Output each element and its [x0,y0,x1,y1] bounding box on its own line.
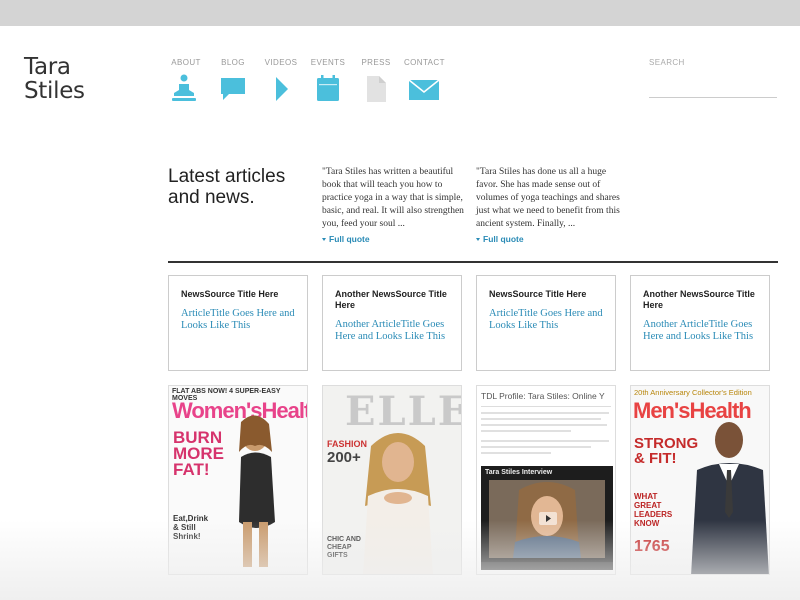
nav-item-press[interactable]: PRESS [356,58,396,102]
news-source: NewsSource Title Here [181,289,279,299]
nav-label: BLOG [221,58,245,67]
caret-down-icon [322,238,326,242]
news-source: NewsSource Title Here [489,289,587,299]
cover-number: 1765 [634,538,670,555]
full-quote-link[interactable]: Full quote [476,233,621,246]
quote-text: "Tara Stiles has written a beautiful boo… [322,167,464,229]
nav-label: EVENTS [310,58,346,67]
quote-block: "Tara Stiles has written a beautiful boo… [322,166,467,246]
nav-label: ABOUT [171,58,201,67]
search-input[interactable] [649,75,777,98]
search-label: SEARCH [649,58,685,67]
cover-subline: Eat,Drink & Still Shrink! [173,514,209,541]
nav-item-events[interactable]: EVENTS [308,58,348,102]
article-title-link[interactable]: ArticleTitle Goes Here and Looks Like Th… [489,308,603,332]
site-logo[interactable]: Tara Stiles [24,55,85,103]
nav-label: PRESS [361,58,391,67]
news-card[interactable]: NewsSource Title Here ArticleTitle Goes … [476,275,616,371]
article-title-link[interactable]: Another ArticleTitle Goes Here and Looks… [643,319,757,343]
document-icon [367,76,386,102]
news-card[interactable]: Another NewsSource Title Here Another Ar… [630,275,770,371]
play-icon [276,77,288,101]
browser-top-bar [0,0,800,26]
yoga-figure-icon [172,74,196,101]
full-quote-label: Full quote [329,234,370,244]
video-controls-bar[interactable] [481,562,613,570]
nav-item-videos[interactable]: VIDEOS [261,58,301,102]
article-title-link[interactable]: ArticleTitle Goes Here and Looks Like Th… [181,308,295,332]
quote-block: "Tara Stiles has done us all a huge favo… [476,166,621,246]
envelope-icon [408,79,440,100]
logo-line-2: Stiles [24,78,85,104]
section-title-line-1: Latest articles [168,166,286,187]
calendar-icon [317,75,339,101]
video-title: Tara Stiles Interview [485,469,553,476]
news-card[interactable]: Another NewsSource Title Here Another Ar… [322,275,462,371]
full-quote-link[interactable]: Full quote [322,233,467,246]
quote-text: "Tara Stiles has done us all a huge favo… [476,167,620,229]
full-quote-label: Full quote [483,234,524,244]
article-title-link[interactable]: Another ArticleTitle Goes Here and Looks… [335,319,449,343]
news-card[interactable]: NewsSource Title Here ArticleTitle Goes … [168,275,308,371]
magazine-cover-womens-health[interactable]: FLAT ABS NOW! 4 SUPER-EASY MOVES Women's… [168,385,308,575]
magazine-cover-elle[interactable]: ELLE FASHION 200+ CHIC AND CHEAP GIFTS [322,385,462,575]
webpage-rule [481,406,611,407]
webpage-text-lines [481,412,609,454]
news-source: Another NewsSource Title Here [335,289,447,310]
logo-line-1: Tara [24,54,71,80]
section-title-line-2: and news. [168,187,255,208]
nav-item-contact[interactable]: CONTACT [404,58,444,102]
nav-item-blog[interactable]: BLOG [213,58,253,102]
cover-headline: STRONG & FIT! [634,435,699,467]
cover-model-illustration [363,433,433,574]
cover-model-illustration [239,415,275,567]
speech-bubble-icon [221,78,245,100]
caret-down-icon [476,238,480,242]
section-divider [168,261,778,263]
play-icon[interactable] [539,512,557,525]
page-section-title: Latest articles and news. [168,166,298,208]
webpage-title: TDL Profile: Tara Stiles: Online Y [481,391,605,401]
nav-label: CONTACT [404,58,445,67]
nav-label: VIDEOS [264,58,298,67]
news-source: Another NewsSource Title Here [643,289,755,310]
cover-banner: 20th Anniversary Collector's Edition [634,388,752,397]
nav-item-about[interactable]: ABOUT [166,58,206,102]
magazine-cover-mens-health[interactable]: 20th Anniversary Collector's Edition Men… [630,385,770,575]
search-box: SEARCH [649,58,777,98]
cover-subline: WHAT GREAT LEADERS KNOW [634,492,673,528]
webpage-thumbnail-tdl[interactable]: TDL Profile: Tara Stiles: Online Y Tara … [476,385,616,575]
video-player[interactable]: Tara Stiles Interview [481,466,613,570]
